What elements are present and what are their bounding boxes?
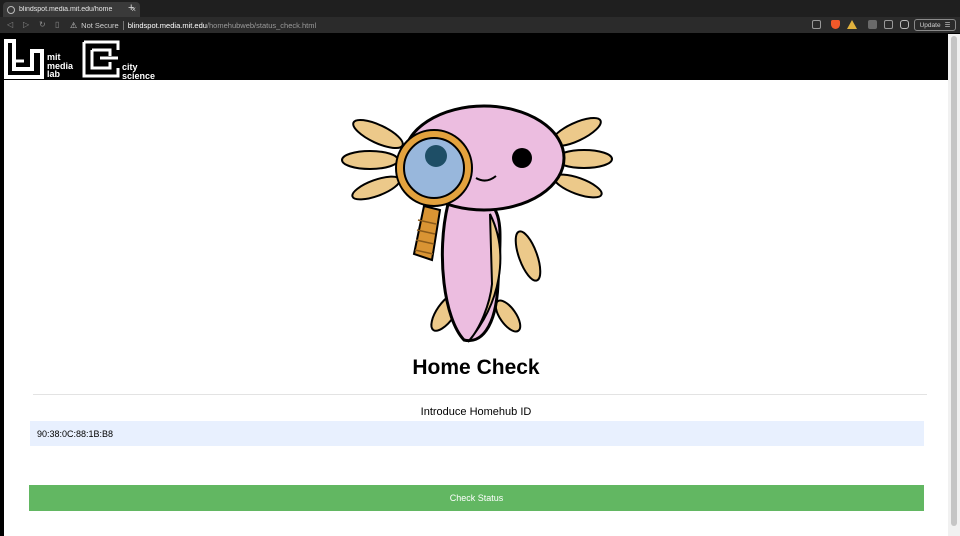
axolotl-mascot-icon bbox=[341, 104, 613, 343]
warning-icon: ⚠ bbox=[70, 20, 78, 30]
scrollbar[interactable] bbox=[948, 34, 960, 536]
wordmark-line: lab bbox=[47, 69, 61, 79]
url-host: blindspot.media.mit.edu bbox=[127, 20, 207, 30]
tab-title: blindspot.media.mit.edu/home bbox=[19, 6, 113, 13]
browser-tab-strip: blindspot.media.mit.edu/home × + bbox=[0, 0, 960, 17]
city-science-logo-icon bbox=[82, 40, 120, 78]
homehub-id-label: Introduce Homehub ID bbox=[420, 406, 532, 418]
bookmark-icon[interactable]: ▯ bbox=[55, 19, 59, 31]
rewards-icon[interactable] bbox=[847, 20, 857, 29]
homehub-id-input[interactable] bbox=[30, 421, 924, 446]
update-label: Update bbox=[919, 21, 941, 29]
extensions-icon[interactable] bbox=[868, 20, 877, 29]
forward-icon[interactable]: ▷ bbox=[23, 19, 29, 31]
site-header: mit media lab city science bbox=[0, 34, 960, 80]
browser-toolbar: ◁ ▷ ↻ ▯ ⚠ Not Secure blindspot.media.mit… bbox=[0, 17, 960, 34]
globe-icon bbox=[7, 5, 15, 14]
wordmark-line: science bbox=[122, 70, 156, 81]
wallet-icon[interactable] bbox=[900, 20, 909, 29]
page-content: Home Check Introduce Homehub ID Check St… bbox=[4, 80, 948, 536]
title-divider bbox=[33, 394, 927, 395]
page-title: Home Check bbox=[412, 356, 540, 379]
mit-media-lab-wordmark: mit media lab bbox=[47, 53, 73, 79]
sidebar-icon[interactable] bbox=[884, 20, 893, 29]
brave-shield-icon[interactable] bbox=[831, 20, 840, 29]
reload-icon[interactable]: ↻ bbox=[39, 19, 46, 31]
browser-tab[interactable]: blindspot.media.mit.edu/home × bbox=[3, 2, 140, 17]
url-path: /homehubweb/status_check.html bbox=[206, 20, 317, 30]
menu-icon: ☰ bbox=[944, 22, 951, 29]
new-tab-button[interactable]: + bbox=[128, 2, 134, 14]
scrollbar-thumb[interactable] bbox=[951, 36, 957, 526]
check-status-button[interactable]: Check Status bbox=[29, 485, 924, 511]
security-label: Not Secure bbox=[81, 20, 119, 30]
address-bar[interactable]: ⚠ Not Secure blindspot.media.mit.edu /ho… bbox=[70, 18, 860, 32]
url-text: blindspot.media.mit.edu /homehubweb/stat… bbox=[128, 21, 316, 30]
update-button[interactable]: Update ☰ bbox=[914, 19, 956, 31]
city-science-wordmark: city science bbox=[122, 63, 155, 80]
back-icon[interactable]: ◁ bbox=[7, 19, 13, 31]
share-icon[interactable] bbox=[812, 20, 821, 29]
mit-media-lab-logo-icon bbox=[4, 39, 44, 79]
url-separator bbox=[122, 20, 124, 30]
